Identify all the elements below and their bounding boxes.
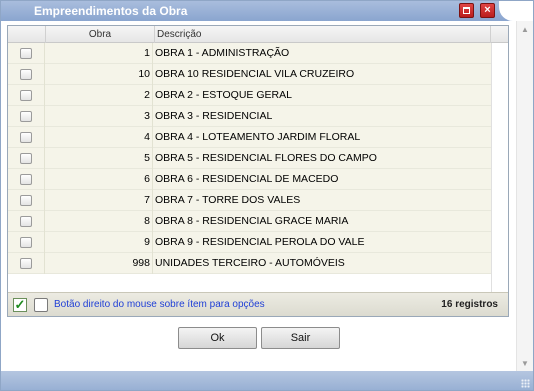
column-divider	[152, 148, 153, 169]
column-divider	[152, 211, 153, 232]
table-row[interactable]: 1 OBRA 1 - ADMINISTRAÇÃO	[8, 43, 491, 64]
cell-obra: 10	[138, 68, 150, 80]
cell-descricao: OBRA 3 - RESIDENCIAL	[155, 110, 273, 122]
hint-text: Botão direito do mouse sobre ítem para o…	[54, 299, 265, 310]
row-checkbox[interactable]	[20, 195, 32, 206]
row-checkbox[interactable]	[20, 258, 32, 269]
cell-descricao: UNIDADES TERCEIRO - AUTOMÓVEIS	[155, 257, 345, 269]
table-row[interactable]: 4 OBRA 4 - LOTEAMENTO JARDIM FLORAL	[8, 127, 491, 148]
column-divider	[152, 64, 153, 85]
cell-descricao: OBRA 4 - LOTEAMENTO JARDIM FLORAL	[155, 131, 361, 143]
table-row[interactable]: 5 OBRA 5 - RESIDENCIAL FLORES DO CAMPO	[8, 148, 491, 169]
cell-obra: 2	[144, 89, 150, 101]
row-checkbox[interactable]	[20, 237, 32, 248]
column-divider	[152, 106, 153, 127]
cell-descricao: OBRA 6 - RESIDENCIAL DE MACEDO	[155, 173, 339, 185]
dialog-window: Empreendimentos da Obra × ▲ ▼ Obra Descr…	[0, 0, 534, 391]
table-row[interactable]: 10 OBRA 10 RESIDENCIAL VILA CRUZEIRO	[8, 64, 491, 85]
checkmark-icon: ✓	[14, 297, 26, 312]
column-divider	[152, 253, 153, 274]
column-divider	[152, 232, 153, 253]
maximize-icon[interactable]	[459, 3, 474, 18]
select-all-checkbox[interactable]: ✓	[13, 298, 27, 312]
status-bar	[1, 371, 533, 390]
cell-obra: 998	[132, 257, 150, 269]
grid-rows: 1 OBRA 1 - ADMINISTRAÇÃO 10 OBRA 10 RESIDEN…	[8, 43, 491, 274]
cell-obra: 7	[144, 194, 150, 206]
row-checkbox[interactable]	[20, 216, 32, 227]
cell-descricao: OBRA 5 - RESIDENCIAL FLORES DO CAMPO	[155, 152, 377, 164]
window-scrollbar[interactable]: ▲ ▼	[516, 21, 533, 371]
cell-obra: 1	[144, 47, 150, 59]
title-bar-corner	[499, 1, 533, 21]
cell-obra: 9	[144, 236, 150, 248]
cell-obra: 4	[144, 131, 150, 143]
row-checkbox[interactable]	[20, 90, 32, 101]
table-row[interactable]: 8 OBRA 8 - RESIDENCIAL GRACE MARIA	[8, 211, 491, 232]
table-row[interactable]: 3 OBRA 3 - RESIDENCIAL	[8, 106, 491, 127]
options-checkbox[interactable]	[34, 298, 48, 312]
cell-descricao: OBRA 8 - RESIDENCIAL GRACE MARIA	[155, 215, 349, 227]
close-icon[interactable]: ×	[480, 3, 495, 18]
row-checkbox[interactable]	[20, 174, 32, 185]
ok-button[interactable]: Ok	[178, 327, 257, 349]
record-count: 16 registros	[441, 299, 498, 310]
header-corner	[490, 26, 508, 43]
table-row[interactable]: 998 UNIDADES TERCEIRO - AUTOMÓVEIS	[8, 253, 491, 274]
grid-footer: ✓ Botão direito do mouse sobre ítem para…	[8, 292, 508, 316]
scroll-down-icon[interactable]: ▼	[521, 359, 529, 368]
row-checkbox[interactable]	[20, 111, 32, 122]
table-row[interactable]: 6 OBRA 6 - RESIDENCIAL DE MACEDO	[8, 169, 491, 190]
column-header-obra[interactable]: Obra	[45, 26, 155, 43]
row-checkbox[interactable]	[20, 153, 32, 164]
cell-obra: 6	[144, 173, 150, 185]
exit-button[interactable]: Sair	[261, 327, 340, 349]
column-header-descricao[interactable]: Descrição	[154, 26, 201, 43]
cell-obra: 5	[144, 152, 150, 164]
cell-obra: 8	[144, 215, 150, 227]
window-title: Empreendimentos da Obra	[34, 4, 188, 18]
column-divider	[152, 169, 153, 190]
grid-scrollbar[interactable]: ▼	[491, 43, 508, 300]
grid-header: Obra Descrição	[8, 26, 508, 43]
column-divider	[152, 190, 153, 211]
cell-descricao: OBRA 10 RESIDENCIAL VILA CRUZEIRO	[155, 68, 355, 80]
column-divider	[152, 85, 153, 106]
resize-grip-icon[interactable]	[521, 379, 530, 388]
cell-descricao: OBRA 9 - RESIDENCIAL PEROLA DO VALE	[155, 236, 365, 248]
table-row[interactable]: 9 OBRA 9 - RESIDENCIAL PEROLA DO VALE	[8, 232, 491, 253]
table-row[interactable]: 7 OBRA 7 - TORRE DOS VALES	[8, 190, 491, 211]
grid-panel: Obra Descrição 1 OBRA 1 - ADMINISTRAÇÃO 10…	[7, 25, 509, 317]
row-checkbox[interactable]	[20, 132, 32, 143]
column-divider	[152, 43, 153, 64]
cell-obra: 3	[144, 110, 150, 122]
cell-descricao: OBRA 1 - ADMINISTRAÇÃO	[155, 47, 290, 59]
scroll-up-icon[interactable]: ▲	[521, 25, 529, 34]
title-bar[interactable]: Empreendimentos da Obra ×	[1, 1, 533, 21]
row-checkbox[interactable]	[20, 48, 32, 59]
table-row[interactable]: 2 OBRA 2 - ESTOQUE GERAL	[8, 85, 491, 106]
row-checkbox[interactable]	[20, 69, 32, 80]
column-divider	[152, 127, 153, 148]
cell-descricao: OBRA 2 - ESTOQUE GERAL	[155, 89, 292, 101]
cell-descricao: OBRA 7 - TORRE DOS VALES	[155, 194, 301, 206]
